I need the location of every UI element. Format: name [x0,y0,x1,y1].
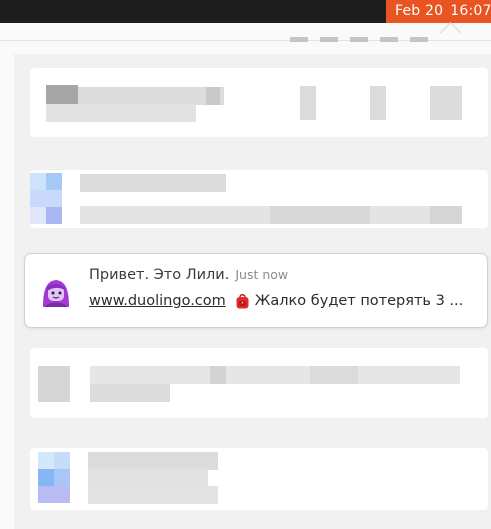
notification-title: Привет. Это Лили. [89,267,230,283]
notification-source-link[interactable]: www.duolingo.com [89,293,226,309]
notification-card-blurred[interactable] [30,68,488,137]
notification-header: Привет. Это Лили. Just now [89,267,288,283]
notification-card[interactable]: Привет. Это Лили. Just now www.duolingo.c… [24,253,488,328]
time-label: 16:07 [450,3,491,19]
notification-body: www.duolingo.com Жалко будет потерять 3 … [89,293,481,309]
red-backpack-icon [236,294,249,309]
date-time-button[interactable]: Feb 20 16:07 [386,0,491,23]
popover-header-controls [290,37,440,43]
date-label: Feb 20 [395,3,444,19]
notification-card-blurred[interactable] [30,348,488,418]
top-bar: Feb 20 16:07 [0,0,491,23]
notification-card-blurred[interactable] [30,170,488,228]
notification-card-blurred[interactable] [30,448,488,510]
notification-message: Жалко будет потерять 3 ... [254,293,464,309]
notification-time: Just now [235,267,289,282]
lily-avatar-icon [43,280,69,307]
